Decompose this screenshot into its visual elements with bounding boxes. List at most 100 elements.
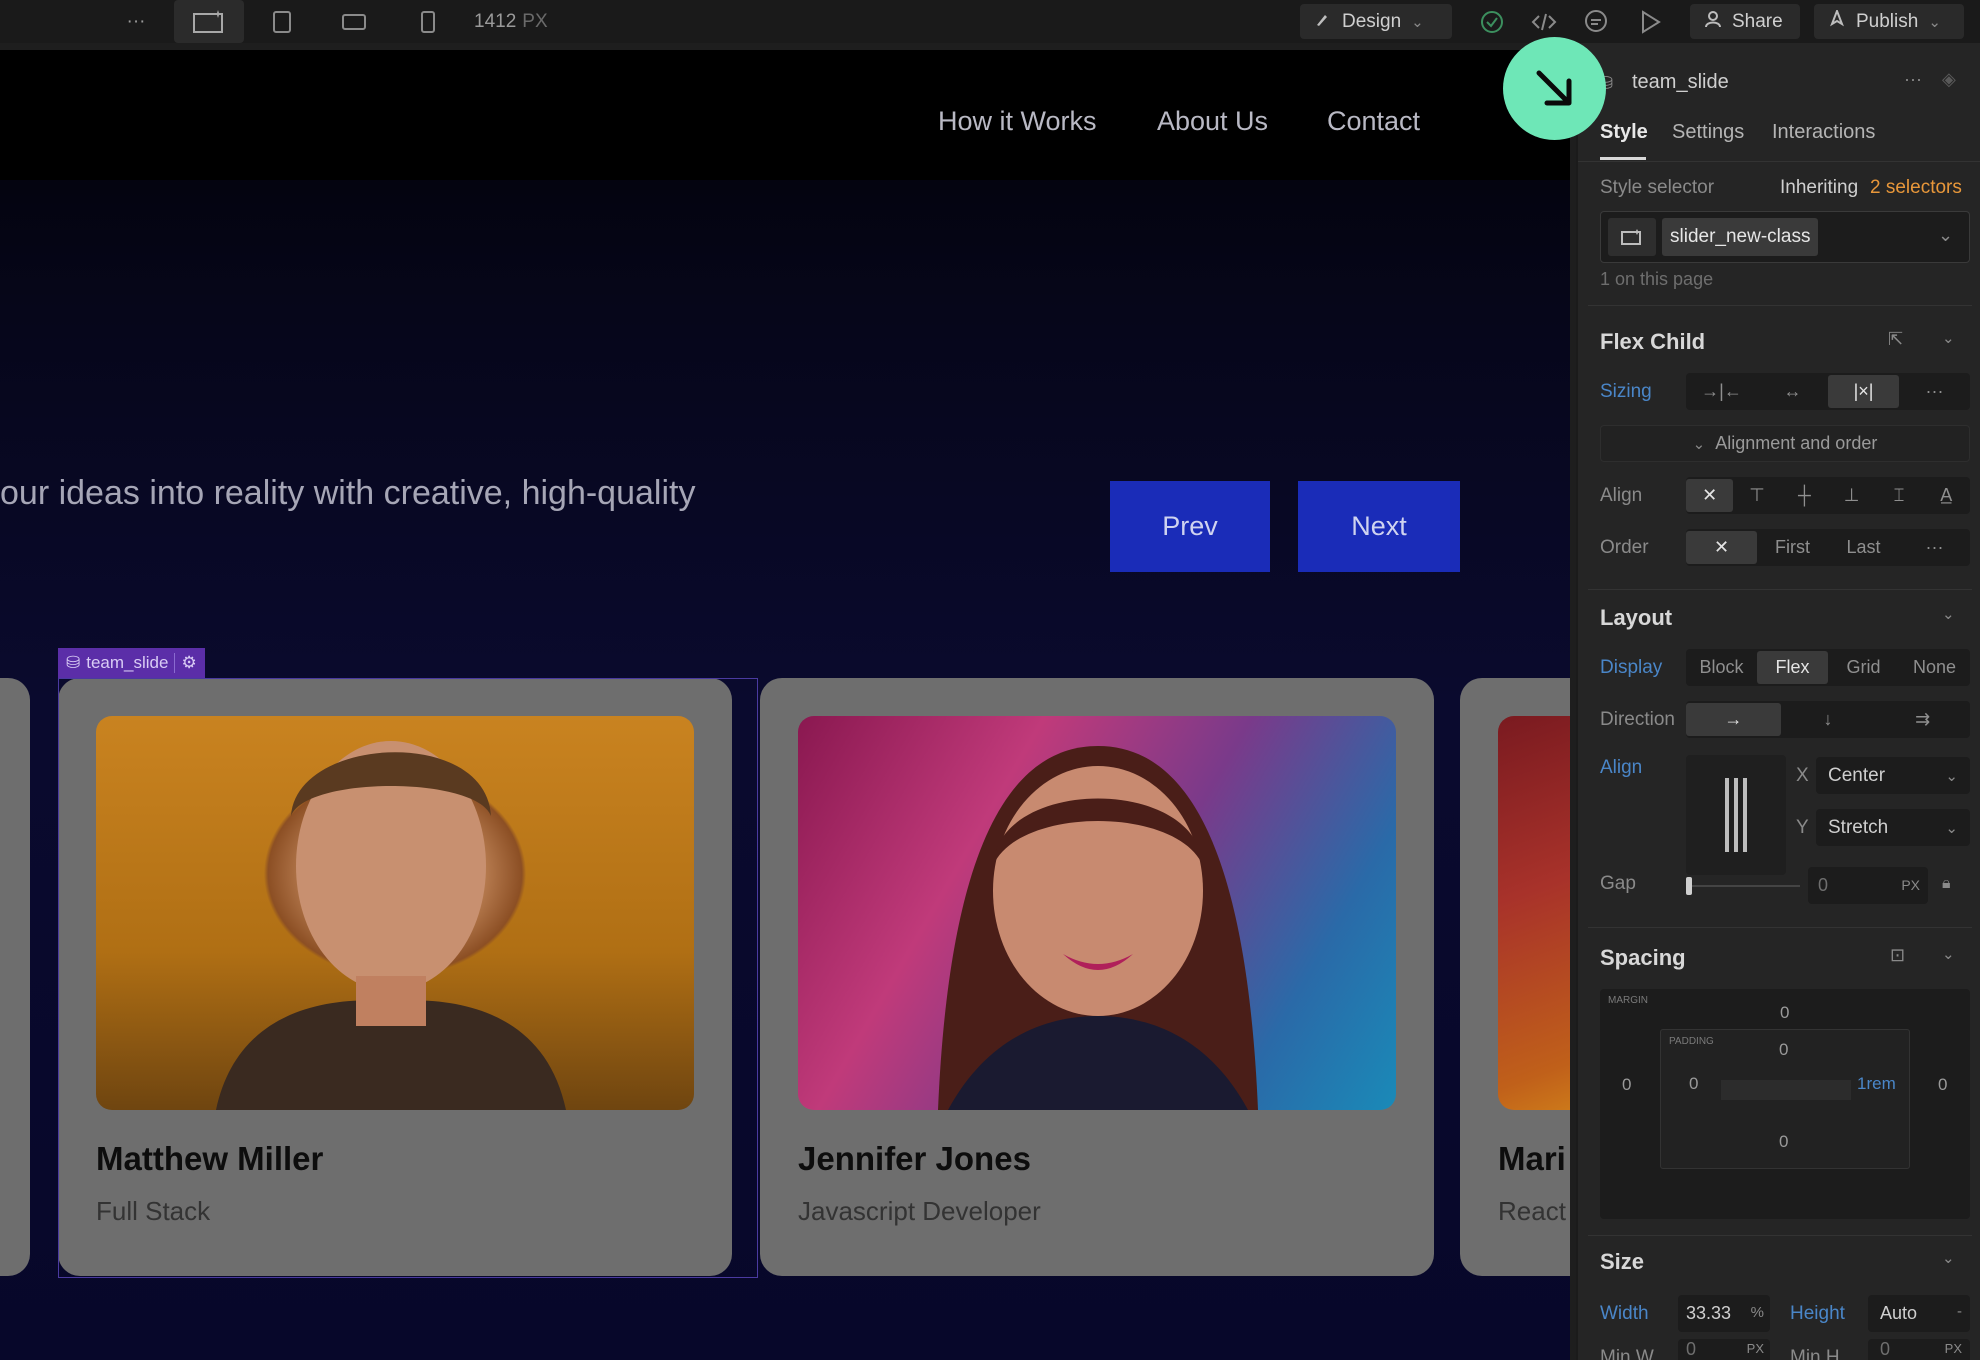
align-x-select[interactable]: Center ⌄ (1816, 757, 1970, 794)
publish-button[interactable]: Publish ⌄ (1814, 4, 1964, 39)
chevron-down-icon[interactable]: ⌄ (1942, 329, 1955, 347)
team-card-partial-left[interactable] (0, 678, 30, 1276)
padding-box[interactable]: PADDING 0 0 1rem 0 (1660, 1029, 1910, 1169)
wrap-icon[interactable]: ⇉ (1875, 709, 1970, 730)
section-divider (1588, 305, 1972, 306)
tab-settings[interactable]: Settings (1672, 121, 1744, 144)
align-end-icon[interactable]: ⊥ (1828, 485, 1875, 506)
gear-icon[interactable]: ⚙ (174, 653, 197, 673)
align-stretch-icon[interactable]: ⌶ (1875, 485, 1922, 506)
min-width-input[interactable]: 0 PX (1678, 1339, 1770, 1360)
min-width-label: Min W (1600, 1347, 1654, 1360)
arrow-right-icon[interactable]: → (1686, 703, 1781, 736)
padding-bottom-value[interactable]: 0 (1779, 1132, 1788, 1152)
selector-state-icon[interactable] (1608, 218, 1656, 256)
hero-tagline: our ideas into reality with creative, hi… (0, 474, 696, 512)
direction-control[interactable]: → ↓ ⇉ (1686, 701, 1970, 738)
grow-icon[interactable]: ↔ (1757, 381, 1828, 402)
mobile-portrait-icon[interactable] (410, 0, 446, 43)
tab-style[interactable]: Style (1600, 121, 1648, 144)
team-card[interactable]: Mari React (1460, 678, 1570, 1276)
gap-slider[interactable] (1686, 885, 1800, 887)
component-icon: ⛁ (66, 653, 81, 672)
team-card[interactable]: Matthew Miller Full Stack (58, 678, 732, 1276)
min-height-input[interactable]: 0 PX (1868, 1339, 1970, 1360)
desktop-breakpoint-icon[interactable] (174, 0, 244, 43)
gap-slider-handle[interactable] (1686, 877, 1692, 895)
sizing-control[interactable]: →|← ↔ |×| ··· (1686, 373, 1970, 410)
chevron-down-icon[interactable]: ⌄ (1942, 605, 1955, 623)
team-member-photo (798, 716, 1396, 1110)
selector-chip[interactable]: slider_new-class (1662, 218, 1819, 256)
element-name: team_slide (1632, 71, 1729, 93)
arrow-down-icon[interactable]: ↓ (1781, 709, 1876, 730)
more-menu-button[interactable]: ··· (118, 0, 154, 43)
align-baseline-icon[interactable]: A̲ (1923, 485, 1970, 506)
chevron-down-icon[interactable]: ⌄ (1942, 945, 1955, 963)
height-value: Auto (1880, 1303, 1918, 1323)
padding-left-value[interactable]: 0 (1689, 1074, 1698, 1094)
spacing-preset-icon[interactable]: ⊡ (1890, 945, 1905, 966)
tablet-breakpoint-icon[interactable] (264, 0, 300, 43)
padding-top-value[interactable]: 0 (1779, 1040, 1788, 1060)
chevron-down-icon: ⌄ (1945, 819, 1958, 837)
more-options-icon[interactable]: ··· (1899, 381, 1970, 402)
next-button[interactable]: Next (1298, 481, 1460, 572)
display-none-option[interactable]: None (1899, 657, 1970, 678)
more-options-icon[interactable]: ··· (1899, 537, 1970, 558)
comment-icon[interactable] (1580, 0, 1612, 43)
element-menu-icon[interactable]: ··· (1904, 69, 1922, 90)
play-icon[interactable] (1634, 0, 1666, 43)
share-button[interactable]: Share (1690, 4, 1800, 39)
order-control[interactable]: ✕ First Last ··· (1686, 529, 1970, 566)
check-icon[interactable] (1478, 0, 1506, 43)
mobile-landscape-icon[interactable] (336, 0, 372, 43)
display-block-option[interactable]: Block (1686, 657, 1757, 678)
margin-left-value[interactable]: 0 (1622, 1075, 1631, 1095)
width-input[interactable]: 33.33 % (1678, 1295, 1770, 1332)
prev-button[interactable]: Prev (1110, 481, 1270, 572)
height-input[interactable]: Auto - (1868, 1295, 1970, 1332)
selected-element-tag[interactable]: ⛁ team_slide ⚙ (58, 648, 205, 678)
height-label: Height (1790, 1303, 1845, 1324)
more-label: ··· (126, 10, 146, 32)
align-matrix[interactable] (1686, 755, 1786, 875)
design-canvas[interactable]: How it Works About Us Contact our ideas … (0, 50, 1570, 1360)
margin-right-value[interactable]: 0 (1938, 1075, 1947, 1095)
width-unit: % (1750, 1304, 1764, 1321)
align-start-icon[interactable]: ⊤ (1733, 485, 1780, 506)
align-center-icon[interactable]: ┼ (1781, 485, 1828, 506)
tab-interactions[interactable]: Interactions (1772, 121, 1875, 144)
chevron-down-icon: ⌄ (1411, 13, 1424, 31)
margin-box[interactable]: MARGIN 0 0 0 0 PADDING 0 0 1rem 0 (1600, 989, 1970, 1219)
display-control[interactable]: Block Flex Grid None (1686, 649, 1970, 686)
lock-icon[interactable]: 🔒︎ (1942, 875, 1951, 893)
nav-link-how-it-works[interactable]: How it Works (938, 106, 1097, 137)
order-last-option[interactable]: Last (1828, 537, 1899, 558)
margin-top-value[interactable]: 0 (1780, 1003, 1789, 1023)
display-flex-option[interactable]: Flex (1757, 651, 1828, 684)
chevron-down-icon: ⌄ (1692, 435, 1706, 453)
close-icon[interactable]: ✕ (1686, 479, 1734, 512)
nav-link-about-us[interactable]: About Us (1157, 106, 1268, 137)
align-y-select[interactable]: Stretch ⌄ (1816, 809, 1970, 846)
chevron-down-icon[interactable]: ⌄ (1942, 1249, 1955, 1267)
align-self-control[interactable]: ✕ ⊤ ┼ ⊥ ⌶ A̲ (1686, 477, 1970, 514)
component-settings-icon[interactable]: ◈ (1942, 69, 1956, 90)
gap-input[interactable]: 0 PX (1808, 867, 1928, 904)
none-sizing-icon[interactable]: |×| (1828, 375, 1899, 408)
shrink-icon[interactable]: →|← (1686, 381, 1757, 402)
padding-right-value[interactable]: 1rem (1857, 1074, 1896, 1094)
alignment-order-toggle[interactable]: ⌄ Alignment and order (1600, 425, 1970, 462)
chevron-down-icon[interactable]: ⌄ (1938, 225, 1953, 246)
order-first-option[interactable]: First (1757, 537, 1828, 558)
close-icon[interactable]: ✕ (1686, 531, 1757, 564)
nav-link-contact[interactable]: Contact (1327, 106, 1420, 137)
design-mode-dropdown[interactable]: Design ⌄ (1300, 4, 1452, 39)
parent-link-icon[interactable]: ⇱ (1888, 329, 1903, 350)
team-member-name: Jennifer Jones (798, 1140, 1031, 1177)
team-card[interactable]: Jennifer Jones Javascript Developer (760, 678, 1434, 1276)
display-grid-option[interactable]: Grid (1828, 657, 1899, 678)
inheriting-selectors-link[interactable]: 2 selectors (1870, 177, 1962, 199)
min-height-unit: PX (1944, 1341, 1962, 1356)
